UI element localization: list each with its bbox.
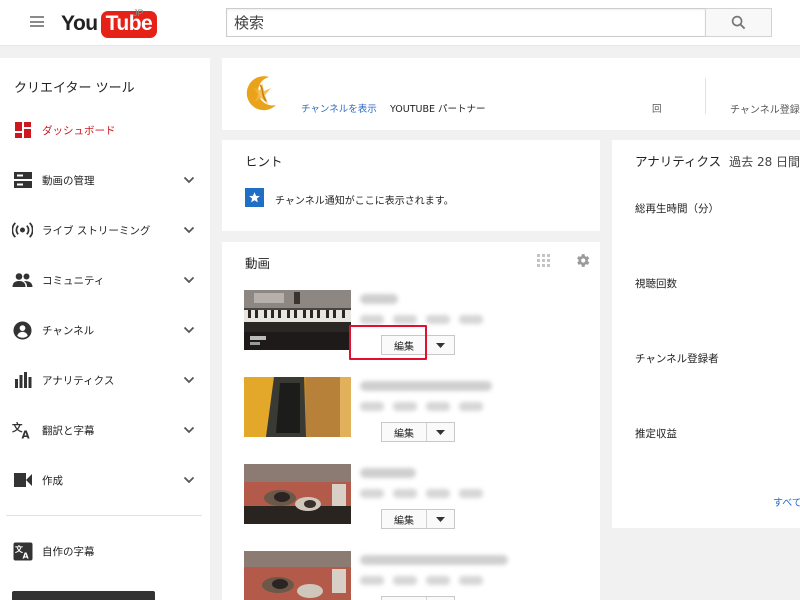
svg-text:A: A <box>22 551 29 560</box>
sidebar-item-live-streaming[interactable]: ライブ ストリーミング <box>0 215 210 245</box>
drag-handle-icon[interactable] <box>536 253 551 268</box>
videos-card-title: 動画 <box>245 256 271 271</box>
hint-text: チャンネル通知がここに表示されます。 <box>275 196 454 207</box>
top-header: You Tube JP <box>0 0 800 46</box>
edit-button[interactable]: 編集 <box>381 335 455 355</box>
sidebar-item-label: 自作の字幕 <box>42 545 95 558</box>
logo-region-label: JP <box>133 8 144 18</box>
video-stats-blurred <box>360 489 483 498</box>
sidebar-item-create[interactable]: 作成 <box>0 465 210 495</box>
sidebar-item-channel[interactable]: チャンネル <box>0 315 210 345</box>
sidebar-bottom-button[interactable] <box>12 591 155 600</box>
edit-button-label[interactable]: 編集 <box>382 423 427 441</box>
search-input[interactable] <box>226 8 706 37</box>
sidebar-item-label: 動画の管理 <box>42 174 95 187</box>
chevron-down-icon[interactable] <box>182 473 196 487</box>
video-title-blurred[interactable] <box>360 294 398 304</box>
video-list-item: 編集 <box>244 377 584 442</box>
views-stat-label: 回 <box>652 104 662 115</box>
video-title-blurred[interactable] <box>360 381 492 391</box>
chevron-down-icon[interactable] <box>182 373 196 387</box>
view-channel-link[interactable]: チャンネルを表示 <box>301 101 377 115</box>
search-button[interactable] <box>705 8 772 37</box>
metric-subscribers: チャンネル登録者 <box>635 353 719 365</box>
video-stats-blurred <box>360 576 483 585</box>
dashboard-icon <box>12 120 33 141</box>
video-title-blurred[interactable] <box>360 468 416 478</box>
svg-text:A: A <box>22 430 31 440</box>
edit-dropdown-icon[interactable] <box>427 423 454 441</box>
sidebar-divider <box>6 515 202 516</box>
videos-card: 動画 編集 編集 編集 <box>222 242 600 600</box>
metric-estimated-revenue: 推定収益 <box>635 428 677 440</box>
search-icon <box>731 15 746 30</box>
subscribers-stat-label: チャンネル登録 <box>730 105 800 116</box>
edit-button[interactable]: 編集 <box>381 422 455 442</box>
subtitles-icon: 文A <box>12 541 33 562</box>
video-list-item: 編集 <box>244 551 584 600</box>
channel-avatar[interactable] <box>240 71 284 116</box>
video-stats-blurred <box>360 402 483 411</box>
edit-dropdown-icon[interactable] <box>427 510 454 528</box>
video-title-blurred[interactable] <box>360 555 508 565</box>
sidebar-item-label: チャンネル <box>42 324 95 337</box>
live-streaming-icon <box>12 220 33 241</box>
community-icon <box>12 270 33 291</box>
video-manager-icon <box>12 170 33 191</box>
edit-button-label[interactable]: 編集 <box>382 336 427 354</box>
video-stats-blurred <box>360 315 483 324</box>
star-icon <box>245 188 264 207</box>
sidebar-item-translations[interactable]: 文A 翻訳と字幕 <box>0 415 210 445</box>
analytics-period: 過去 28 日間 <box>729 155 800 169</box>
sidebar-title: クリエイター ツール <box>14 81 135 96</box>
sidebar-item-community[interactable]: コミュニティ <box>0 265 210 295</box>
gear-icon[interactable] <box>574 252 591 269</box>
analytics-card-title: アナリティクス 過去 28 日間 <box>635 151 800 170</box>
sidebar-item-label: コミュニティ <box>42 274 105 287</box>
analytics-title: アナリティクス <box>635 154 722 169</box>
video-thumbnail[interactable] <box>244 464 351 524</box>
analytics-icon <box>12 370 33 391</box>
channel-header-card: チャンネルを表示 YOUTUBE パートナー 回 チャンネル登録 <box>222 58 800 130</box>
view-all-link[interactable]: すべて <box>773 494 800 509</box>
sidebar-item-label: アナリティクス <box>42 374 115 387</box>
sidebar-item-label: 翻訳と字幕 <box>42 424 95 437</box>
sidebar-item-dashboard[interactable]: ダッシュボード <box>0 115 210 145</box>
menu-icon[interactable] <box>30 16 44 27</box>
edit-dropdown-icon[interactable] <box>427 336 454 354</box>
edit-button[interactable]: 編集 <box>381 596 455 600</box>
metric-watch-time: 総再生時間（分） <box>635 203 719 215</box>
hint-card: ヒント チャンネル通知がここに表示されます。 <box>222 140 600 231</box>
partner-label: YOUTUBE パートナー <box>390 104 486 115</box>
edit-button-label[interactable]: 編集 <box>382 510 427 528</box>
video-thumbnail[interactable] <box>244 377 351 437</box>
logo-tube-text: Tube <box>100 10 158 38</box>
sidebar-item-video-manager[interactable]: 動画の管理 <box>0 165 210 195</box>
sidebar: クリエイター ツール ダッシュボード 動画の管理 ライブ ストリーミング コミュ… <box>0 58 210 600</box>
chevron-down-icon[interactable] <box>182 423 196 437</box>
video-list-item: 編集 <box>244 290 584 355</box>
chevron-down-icon[interactable] <box>182 173 196 187</box>
logo-you-text: You <box>61 12 98 35</box>
translate-icon: 文A <box>12 420 33 441</box>
video-list-item: 編集 <box>244 464 584 529</box>
metric-views: 視聴回数 <box>635 278 677 290</box>
stat-divider <box>705 78 706 114</box>
analytics-card: アナリティクス 過去 28 日間 総再生時間（分） 視聴回数 チャンネル登録者 推… <box>612 140 800 528</box>
sidebar-item-label: ライブ ストリーミング <box>42 224 151 237</box>
video-camera-icon <box>12 470 33 491</box>
edit-button[interactable]: 編集 <box>381 509 455 529</box>
chevron-down-icon[interactable] <box>182 223 196 237</box>
chevron-down-icon[interactable] <box>182 273 196 287</box>
sidebar-item-label: ダッシュボード <box>42 124 116 137</box>
video-thumbnail[interactable] <box>244 290 351 350</box>
hint-card-title: ヒント <box>245 154 283 169</box>
sidebar-item-my-subtitles[interactable]: 文A 自作の字幕 <box>0 536 210 566</box>
sidebar-item-analytics[interactable]: アナリティクス <box>0 365 210 395</box>
sidebar-item-label: 作成 <box>42 474 63 487</box>
channel-icon <box>12 320 33 341</box>
video-thumbnail[interactable] <box>244 551 351 600</box>
chevron-down-icon[interactable] <box>182 323 196 337</box>
